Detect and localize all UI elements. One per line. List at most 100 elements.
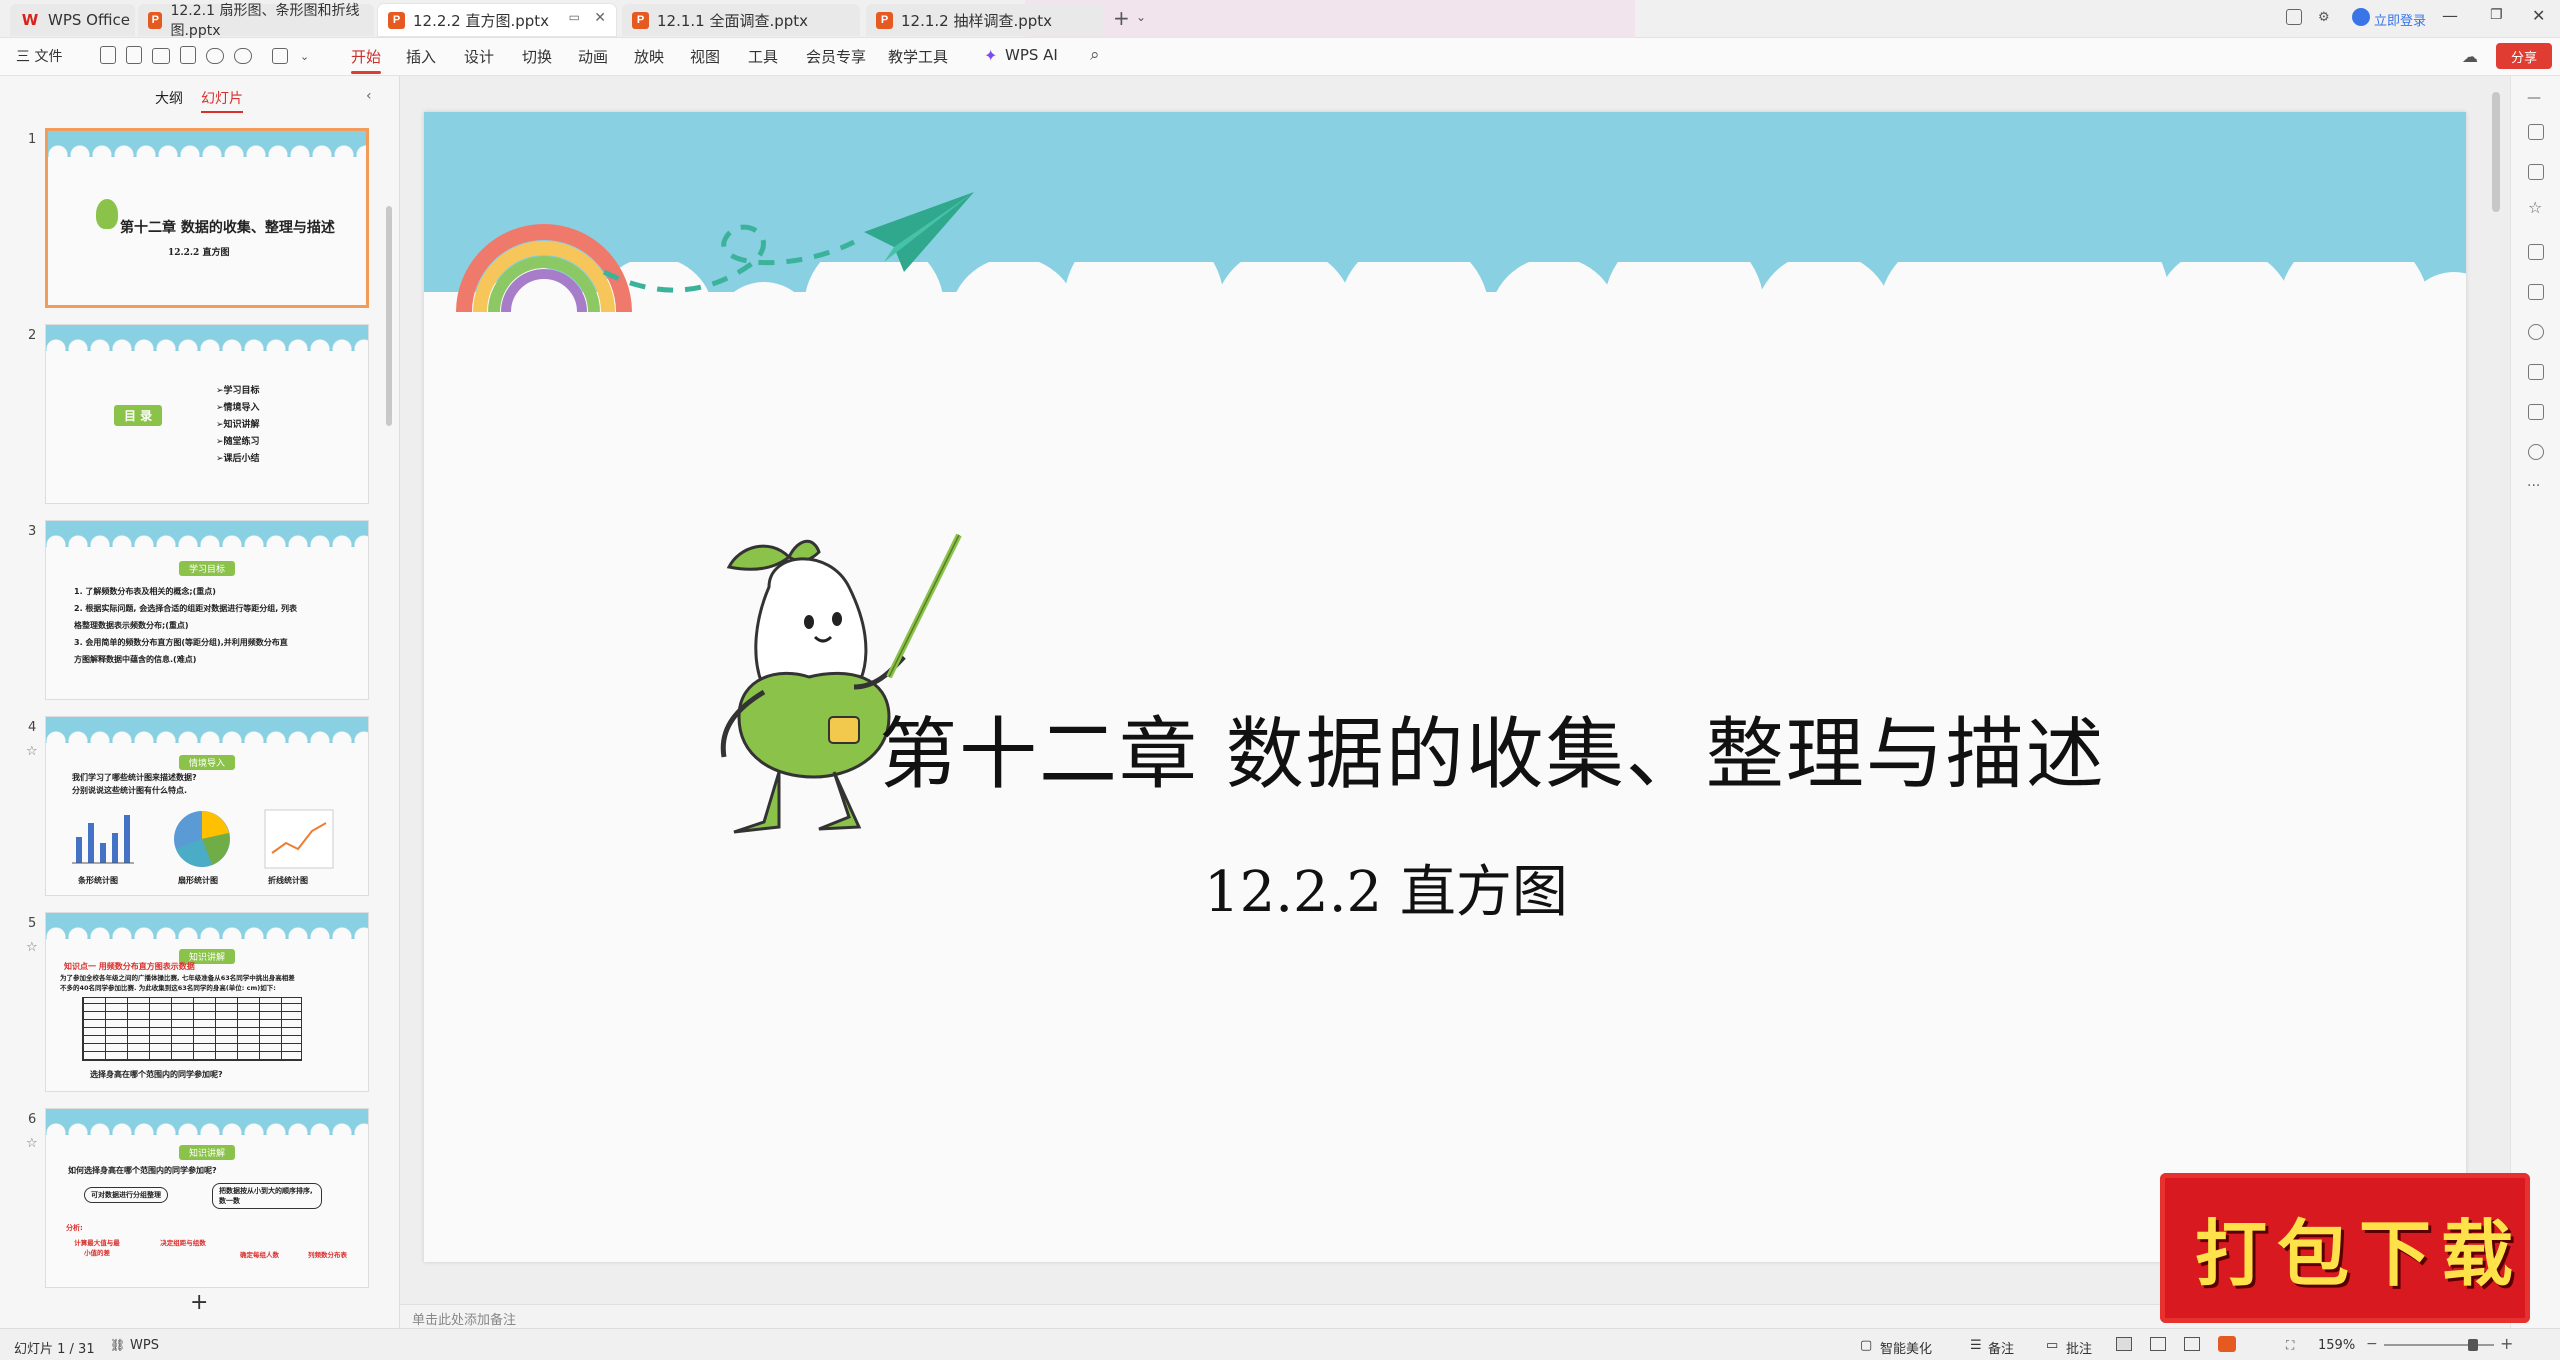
wps-status-label[interactable]: WPS [130, 1338, 159, 1353]
slide-thumb-1[interactable]: 第十二章 数据的收集、整理与描述 12.2.2 直方图 [45, 128, 369, 308]
menu-member[interactable]: 会员专享 [806, 46, 866, 67]
cloud-sync-icon[interactable]: ☁ [2462, 47, 2478, 66]
zoom-out-icon[interactable]: − [2366, 1336, 2378, 1352]
thumb-banner: 知识讲解 [178, 1145, 236, 1160]
notes-toggle-button[interactable]: 备注 [1988, 1338, 2014, 1357]
menu-transition[interactable]: 切换 [522, 46, 552, 67]
document-icon[interactable] [2528, 364, 2544, 380]
tab-file-1[interactable]: P 12.2.1 扇形图、条形图和折线图.pptx [138, 3, 374, 39]
download-promo-badge[interactable]: 打包下载 [2160, 1173, 2530, 1323]
tab-file-3[interactable]: P 12.1.1 全面调查.pptx [622, 4, 860, 36]
add-slide-button[interactable]: + [190, 1290, 208, 1315]
ppt-file-icon: P [876, 11, 893, 29]
thumb-list-item: ➢随堂练习 [216, 437, 260, 447]
play-slideshow-icon[interactable] [2218, 1336, 2236, 1352]
tab-label: 12.1.2 抽样调查.pptx [901, 11, 1053, 30]
thumb-bubble: 可对数据进行分组整理 [84, 1187, 168, 1203]
tab-file-2-active[interactable]: P 12.2.2 直方图.pptx ▭ ✕ [378, 4, 616, 36]
properties-icon[interactable] [2528, 164, 2544, 180]
notes-placeholder: 单击此处添加备注 [412, 1313, 517, 1328]
smart-beautify-button[interactable]: 智能美化 [1880, 1338, 1932, 1357]
menu-start[interactable]: 开始 [351, 46, 382, 74]
format-painter-icon[interactable] [272, 48, 288, 64]
tools-icon[interactable] [2528, 324, 2544, 340]
zoom-slider-thumb[interactable] [2468, 1339, 2478, 1351]
tab-outline[interactable]: 大纲 [155, 88, 183, 113]
print-icon[interactable] [152, 48, 170, 64]
thumb-number: 1 [28, 132, 37, 147]
login-button[interactable]: 立即登录 [2374, 10, 2426, 29]
panel-scrollbar[interactable] [386, 206, 392, 426]
notes-icon: ☰ [1970, 1338, 1982, 1353]
stage-scrollbar[interactable] [2492, 92, 2500, 212]
zoom-level[interactable]: 159% [2318, 1338, 2355, 1353]
save-icon[interactable] [100, 46, 116, 64]
window-layout-icon[interactable] [2286, 9, 2302, 25]
slide-sorter-icon[interactable] [2150, 1337, 2166, 1351]
undo-icon[interactable] [206, 48, 224, 64]
thumb-flow-step: 确定每组人数 [240, 1251, 279, 1259]
fit-window-icon[interactable]: ⛶ [2286, 1338, 2294, 1353]
tab-wps-home[interactable]: W WPS Office [10, 4, 135, 36]
menu-view[interactable]: 视图 [690, 46, 720, 67]
new-tab-icon[interactable]: + [1113, 6, 1130, 30]
current-slide[interactable]: 第十二章 数据的收集、整理与描述 12.2.2 直方图 [424, 112, 2466, 1262]
image-icon[interactable] [2528, 284, 2544, 300]
collapse-panel-icon[interactable]: ‹ [366, 88, 372, 104]
normal-view-icon[interactable] [2116, 1337, 2132, 1351]
settings-icon[interactable]: ⚙ [2318, 10, 2330, 25]
slide-thumb-3[interactable]: 学习目标 1. 了解频数分布表及相关的概念;(重点) 2. 根据实际问题, 会选… [45, 520, 369, 700]
comment-icon: ▭ [2046, 1338, 2059, 1353]
menu-design[interactable]: 设计 [464, 46, 494, 67]
tab-file-4[interactable]: P 12.1.2 抽样调查.pptx [866, 4, 1104, 36]
thumb-clouds [46, 927, 368, 945]
restore-icon[interactable]: ❐ [2490, 7, 2503, 23]
menu-animation[interactable]: 动画 [578, 46, 608, 67]
print-preview-icon[interactable] [180, 46, 196, 64]
more-icon[interactable]: ··· [2527, 478, 2540, 494]
slide-title[interactable]: 第十二章 数据的收集、整理与描述 [879, 692, 2106, 804]
adjust-icon[interactable] [2528, 124, 2544, 140]
slides-panel: 大纲 幻灯片 ‹ 1 第十二章 数据的收集、整理与描述 12.2.2 直方图 2… [0, 76, 400, 1328]
slide-thumb-6[interactable]: 知识讲解 如何选择身高在哪个范围内的同学参加呢? 可对数据进行分组整理 把数据按… [45, 1108, 369, 1288]
line-chart-mini [264, 809, 334, 869]
comments-button[interactable]: 批注 [2066, 1338, 2092, 1357]
slide-thumb-2[interactable]: 目 录 ➢学习目标 ➢情境导入 ➢知识讲解 ➢随堂练习 ➢课后小结 [45, 324, 369, 504]
redo-icon[interactable] [234, 48, 252, 64]
star-icon[interactable]: ☆ [2528, 198, 2542, 217]
tab-slides[interactable]: 幻灯片 [201, 88, 243, 113]
menu-insert[interactable]: 插入 [406, 46, 436, 67]
star-icon[interactable]: ☆ [26, 940, 38, 955]
slide-counter: 幻灯片 1 / 31 [14, 1342, 95, 1357]
menu-slideshow[interactable]: 放映 [634, 46, 664, 67]
template-icon[interactable] [2528, 404, 2544, 420]
wps-ai-button[interactable]: WPS AI [1005, 46, 1058, 64]
close-window-icon[interactable]: ✕ [2532, 6, 2545, 25]
export-pdf-icon[interactable] [126, 46, 142, 64]
slide-thumb-5[interactable]: 知识讲解 知识点一 用频数分布直方图表示数据 为了参加全校各年级之间的广播体操比… [45, 912, 369, 1092]
avatar[interactable] [2352, 8, 2370, 26]
minimize-icon[interactable]: — [2442, 6, 2458, 25]
more-chevron-icon[interactable]: ⌄ [300, 50, 309, 63]
star-icon[interactable]: ☆ [26, 1136, 38, 1151]
thumb-title: 第十二章 数据的收集、整理与描述 [120, 220, 335, 236]
reading-view-icon[interactable] [2184, 1337, 2200, 1351]
menu-teaching-tools[interactable]: 教学工具 [888, 46, 948, 67]
collapse-sidebar-icon[interactable]: — [2527, 90, 2541, 106]
search-icon[interactable]: ⌕ [1090, 45, 1100, 65]
file-menu-button[interactable]: 三 文件 [16, 46, 62, 66]
star-icon[interactable]: ☆ [26, 744, 38, 759]
thumb-line: 格整理数据表示频数分布;(重点) [74, 621, 189, 630]
zoom-in-icon[interactable]: + [2500, 1334, 2513, 1353]
close-tab-icon[interactable]: ✕ [594, 10, 606, 26]
help-icon[interactable] [2528, 444, 2544, 460]
slide-subtitle[interactable]: 12.2.2 直方图 [1204, 847, 1568, 928]
zoom-slider[interactable] [2384, 1339, 2494, 1351]
menu-tools[interactable]: 工具 [748, 46, 778, 67]
copy-icon[interactable] [2528, 244, 2544, 260]
monitor-icon[interactable]: ▭ [569, 10, 580, 24]
tab-list-chevron-icon[interactable]: ⌄ [1136, 10, 1146, 24]
slide-thumb-4[interactable]: 情境导入 我们学习了哪些统计图来描述数据? 分别说说这些统计图有什么特点. 条形… [45, 716, 369, 896]
share-button[interactable]: 分享 [2496, 43, 2552, 69]
thumb-line: 不多的40名同学参加比赛. 为此收集到这63名同学的身高(单位: cm)如下: [60, 984, 276, 992]
